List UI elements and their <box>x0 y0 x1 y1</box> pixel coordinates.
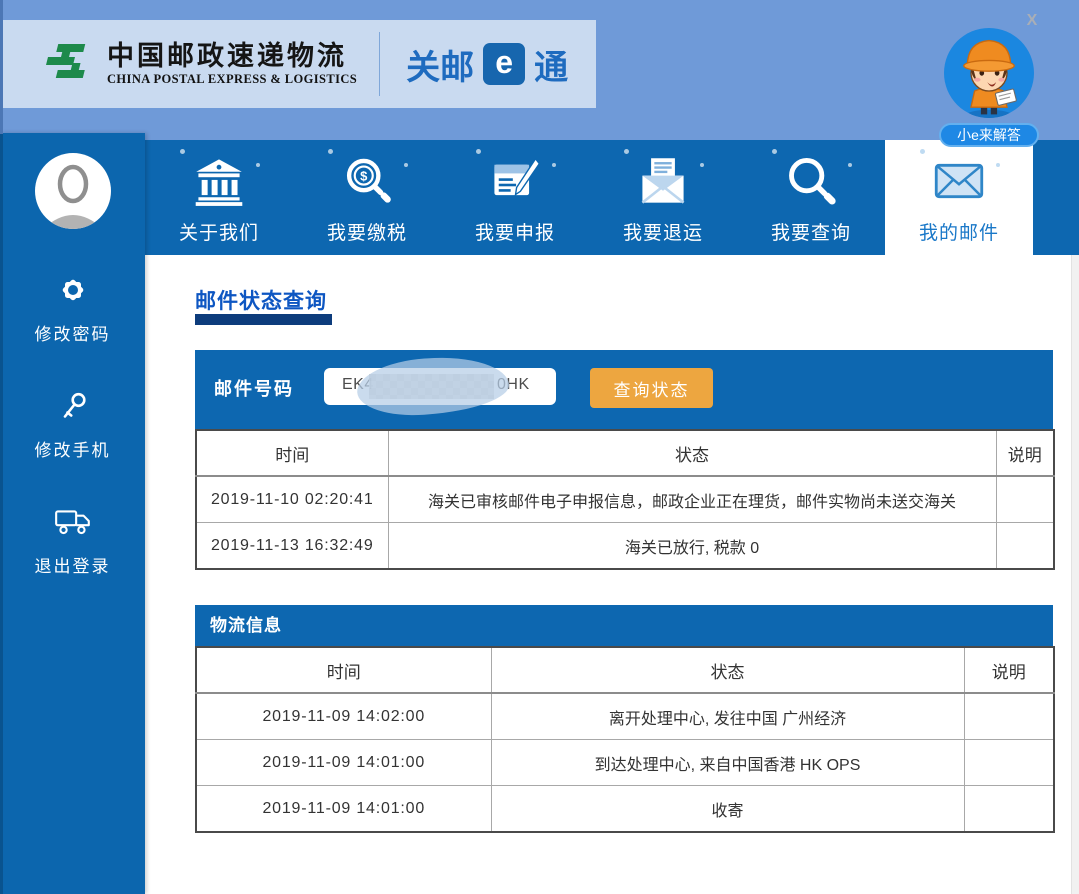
cell-time: 2019-11-09 14:01:00 <box>196 740 491 786</box>
query-status-button[interactable]: 查询状态 <box>590 368 713 408</box>
title-underline <box>195 314 332 325</box>
mail-number-input[interactable]: EK4 0HK <box>324 368 556 405</box>
cell-note <box>996 476 1054 523</box>
nav-item-track-query[interactable]: 我要查询 <box>737 140 885 255</box>
table-row: 2019-11-09 14:01:00 收寄 <box>196 786 1054 833</box>
gear-icon <box>57 273 89 307</box>
china-post-emblem <box>41 37 95 91</box>
brand-name-cn: 中国邮政速递物流 <box>107 42 357 70</box>
cell-note <box>964 693 1054 740</box>
cell-note <box>964 740 1054 786</box>
redaction-blob <box>355 353 511 419</box>
scrollbar-track[interactable] <box>1071 255 1079 894</box>
table-header-row: 时间 状态 说明 <box>196 430 1054 476</box>
product-logo: 关邮 e 通 <box>406 40 568 89</box>
search-icon <box>784 153 838 209</box>
nav-item-label: 我要申报 <box>475 218 555 245</box>
product-logo-right: 通 <box>534 40 568 89</box>
svg-text:$: $ <box>360 169 368 184</box>
col-header-note: 说明 <box>964 647 1054 693</box>
col-header-status: 状态 <box>388 430 996 476</box>
nav-item-label: 我的邮件 <box>919 218 999 245</box>
cell-note <box>996 523 1054 570</box>
nav-item-label: 我要查询 <box>771 218 851 245</box>
cell-time: 2019-11-09 14:02:00 <box>196 693 491 740</box>
assistant-mascot[interactable] <box>944 28 1034 118</box>
sidebar: 修改密码 修改手机 退出登录 <box>0 133 145 894</box>
table-row: 2019-11-09 14:02:00 离开处理中心, 发往中国 广州经济 <box>196 693 1054 740</box>
return-mail-icon <box>636 153 690 209</box>
sidebar-item-change-password[interactable]: 修改密码 <box>35 273 111 345</box>
nav-item-declare[interactable]: 我要申报 <box>441 140 589 255</box>
table-row: 2019-11-13 16:32:49 海关已放行, 税款 0 <box>196 523 1054 570</box>
product-logo-left: 关邮 <box>406 40 474 89</box>
window-left-edge-lower <box>0 134 3 894</box>
envelope-icon <box>932 153 986 209</box>
status-table: 时间 状态 说明 2019-11-10 02:20:41 海关已审核邮件电子申报… <box>195 429 1055 570</box>
nav-item-return-shipment[interactable]: 我要退运 <box>589 140 737 255</box>
cell-note <box>964 786 1054 833</box>
table-row: 2019-11-09 14:01:00 到达处理中心, 来自中国香港 HK OP… <box>196 740 1054 786</box>
sidebar-item-change-phone[interactable]: 修改手机 <box>35 389 111 461</box>
cell-time: 2019-11-09 14:01:00 <box>196 786 491 833</box>
nav-item-label: 关于我们 <box>179 218 259 245</box>
mascot-illustration <box>944 28 1034 118</box>
assistant-badge[interactable]: 小e来解答 <box>939 123 1039 147</box>
table-row: 2019-11-10 02:20:41 海关已审核邮件电子申报信息，邮政企业正在… <box>196 476 1054 523</box>
main-content: 邮件状态查询 邮件号码 EK4 0HK 查询状态 时间 状态 说明 2019-1… <box>145 255 1079 894</box>
cell-time: 2019-11-13 16:32:49 <box>196 523 388 570</box>
sidebar-item-label: 修改手机 <box>35 436 111 461</box>
key-icon <box>57 389 89 423</box>
avatar <box>35 153 111 229</box>
cell-status: 离开处理中心, 发往中国 广州经济 <box>491 693 964 740</box>
cell-time: 2019-11-10 02:20:41 <box>196 476 388 523</box>
nav-item-label: 我要缴税 <box>327 218 407 245</box>
cell-status: 海关已放行, 税款 0 <box>388 523 996 570</box>
nav-item-my-mail[interactable]: 我的邮件 <box>885 140 1033 255</box>
col-header-time: 时间 <box>196 430 388 476</box>
cell-status: 收寄 <box>491 786 964 833</box>
col-header-status: 状态 <box>491 647 964 693</box>
table-header-row: 时间 状态 说明 <box>196 647 1054 693</box>
cell-status: 到达处理中心, 来自中国香港 HK OPS <box>491 740 964 786</box>
sidebar-item-label: 退出登录 <box>35 552 111 577</box>
logistics-section-header: 物流信息 <box>195 605 1053 646</box>
user-silhouette-icon <box>35 153 111 229</box>
col-header-time: 时间 <box>196 647 491 693</box>
main-nav: 关于我们 $ 我要缴税 我要申报 <box>145 140 1079 255</box>
brand-name-en: CHINA POSTAL EXPRESS & LOGISTICS <box>107 73 357 86</box>
truck-icon <box>53 505 93 539</box>
bank-icon <box>192 153 246 209</box>
product-logo-e-badge: e <box>483 43 525 85</box>
sidebar-item-label: 修改密码 <box>35 320 111 345</box>
logistics-table: 时间 状态 说明 2019-11-09 14:02:00 离开处理中心, 发往中… <box>195 646 1055 833</box>
brand-divider <box>379 32 380 96</box>
sidebar-item-logout[interactable]: 退出登录 <box>35 505 111 577</box>
mail-number-label: 邮件号码 <box>214 350 294 429</box>
brand-text: 中国邮政速递物流 CHINA POSTAL EXPRESS & LOGISTIC… <box>107 42 357 86</box>
brand-panel: 中国邮政速递物流 CHINA POSTAL EXPRESS & LOGISTIC… <box>3 20 596 108</box>
close-button[interactable]: X <box>1020 9 1044 33</box>
nav-item-label: 我要退运 <box>623 218 703 245</box>
window-left-edge <box>0 0 3 140</box>
cell-status: 海关已审核邮件电子申报信息，邮政企业正在理货，邮件实物尚未送交海关 <box>388 476 996 523</box>
nav-item-about-us[interactable]: 关于我们 <box>145 140 293 255</box>
declare-form-icon <box>488 153 542 209</box>
tax-search-icon: $ <box>340 153 394 209</box>
query-bar: 邮件号码 EK4 0HK 查询状态 <box>195 350 1053 429</box>
nav-item-pay-tax[interactable]: $ 我要缴税 <box>293 140 441 255</box>
col-header-note: 说明 <box>996 430 1054 476</box>
page-title: 邮件状态查询 <box>195 285 327 315</box>
